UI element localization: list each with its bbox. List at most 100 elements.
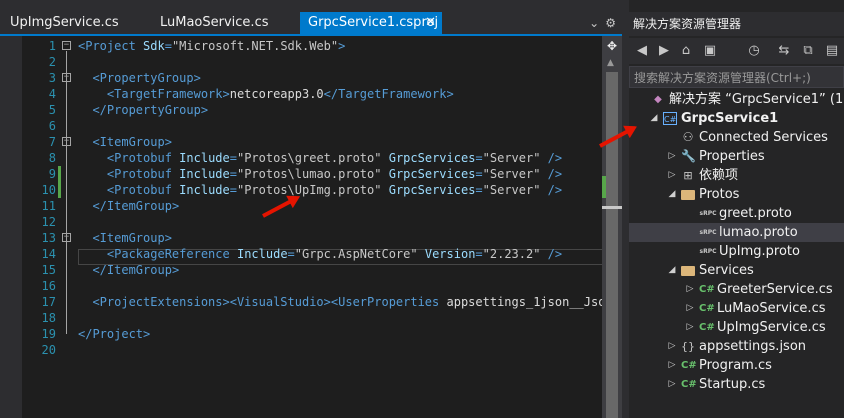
expand-icon[interactable]: ▷ xyxy=(685,318,695,337)
code-line[interactable]: 12 xyxy=(22,214,602,230)
line-number: 2 xyxy=(48,55,56,69)
document-tab-bar: UpImgService.cs LuMaoService.cs GrpcServ… xyxy=(0,12,622,34)
code-line[interactable]: 5 </PropertyGroup> xyxy=(22,102,602,118)
code-editor-pane: UpImgService.cs LuMaoService.cs GrpcServ… xyxy=(0,0,624,418)
solution-explorer: 解决方案资源管理器 ◀ ▶ ⌂ ▣ ◷ ⇆ ⧉ ▤ 搜索解决方案资源管理器(Ct… xyxy=(629,0,844,418)
pane-splitter[interactable] xyxy=(622,0,629,418)
code-line[interactable]: 14 <PackageReference Include="Grpc.AspNe… xyxy=(22,246,602,262)
csharp-file-icon: C# xyxy=(699,303,715,314)
line-number: 1 xyxy=(48,39,56,53)
tab-label: GrpcService1.csproj xyxy=(308,15,439,30)
code-line[interactable]: 11 </ItemGroup> xyxy=(22,198,602,214)
code-line[interactable]: 17 <ProjectExtensions><VisualStudio><Use… xyxy=(22,294,620,310)
home-icon[interactable]: ⌂ xyxy=(677,42,695,60)
expand-icon[interactable]: ▷ xyxy=(685,280,695,299)
history-icon[interactable]: ◷ xyxy=(745,42,763,60)
close-icon[interactable]: ✕ xyxy=(425,12,436,34)
scroll-up-icon[interactable]: ▲ xyxy=(607,58,614,68)
project-icon: C# xyxy=(663,112,677,125)
code-line[interactable]: 19 </Project> xyxy=(22,326,602,342)
vertical-scrollbar[interactable]: ✥ ▲ xyxy=(602,36,622,418)
collapse-all-icon[interactable]: ⧉ xyxy=(799,42,817,60)
expand-icon[interactable]: ▷ xyxy=(685,299,695,318)
tree-item[interactable]: ▷ C# Program.cs xyxy=(629,356,844,375)
code-line[interactable]: 16 xyxy=(22,278,602,294)
tree-item[interactable]: sRPC greet.proto xyxy=(629,204,844,223)
back-icon[interactable]: ◀ xyxy=(633,42,651,60)
solution-explorer-search[interactable]: 搜索解决方案资源管理器(Ctrl+;) xyxy=(629,66,844,88)
outline-guide xyxy=(66,243,67,270)
collapse-icon[interactable]: ◢ xyxy=(649,109,659,128)
tree-item[interactable]: ◢ C# GrpcService1 xyxy=(629,109,844,128)
tree-item[interactable]: ◢ Protos xyxy=(629,185,844,204)
tree-item[interactable]: sRPC UpImg.proto xyxy=(629,242,844,261)
rpc-file-icon: sRPC xyxy=(699,248,717,255)
line-number: 12 xyxy=(41,215,56,229)
code-line[interactable]: 15 </ItemGroup> xyxy=(22,262,602,278)
solution-icon: ◆ xyxy=(654,94,662,105)
code-line[interactable]: 9 <Protobuf Include="Protos\lumao.proto"… xyxy=(22,166,602,182)
tab-overflow-controls: ⌄ ⚙ xyxy=(583,12,616,34)
tree-item[interactable]: ▷ C# UpImgService.cs xyxy=(629,318,844,337)
tree-item[interactable]: ◆ 解决方案 “GrpcService1” (1 个项 xyxy=(629,90,844,109)
collapse-icon[interactable]: ◢ xyxy=(667,261,677,280)
tab-label: LuMaoService.cs xyxy=(160,15,269,30)
line-number: 4 xyxy=(48,87,56,101)
expand-icon[interactable]: ▷ xyxy=(667,166,677,185)
csharp-file-icon: C# xyxy=(681,360,697,371)
line-number: 8 xyxy=(48,151,56,165)
line-number: 18 xyxy=(41,311,56,325)
code-line[interactable]: 20 xyxy=(22,342,602,358)
gear-icon[interactable]: ⚙ xyxy=(605,16,616,30)
tree-item[interactable]: ▷ {} appsettings.json xyxy=(629,337,844,356)
code-line[interactable]: 13− <ItemGroup> xyxy=(22,230,602,246)
code-line[interactable]: 18 xyxy=(22,310,602,326)
code-line[interactable]: 6 xyxy=(22,118,602,134)
expand-icon[interactable]: ▷ xyxy=(667,147,677,166)
tab-upimgservice[interactable]: UpImgService.cs xyxy=(0,12,150,34)
split-window-icon[interactable]: ✥ xyxy=(606,40,618,52)
tree-item[interactable]: ⚇ Connected Services xyxy=(629,128,844,147)
code-text: <Protobuf Include="Protos\greet.proto" G… xyxy=(106,151,563,165)
tree-item[interactable]: ▷ C# GreeterService.cs xyxy=(629,280,844,299)
code-line[interactable]: 1− <Project Sdk="Microsoft.NET.Sdk.Web"> xyxy=(22,38,602,54)
line-number: 15 xyxy=(41,263,56,277)
forward-icon[interactable]: ▶ xyxy=(655,42,673,60)
line-number: 9 xyxy=(48,167,56,181)
expand-icon[interactable]: ▷ xyxy=(667,337,677,356)
tree-item-label: GrpcService1 xyxy=(681,111,779,126)
expand-icon[interactable]: ▷ xyxy=(667,356,677,375)
code-text: </Project> xyxy=(78,327,151,341)
tab-label: UpImgService.cs xyxy=(10,15,119,30)
collapse-icon[interactable]: ◢ xyxy=(667,185,677,204)
show-all-files-icon[interactable]: ▤ xyxy=(823,42,841,60)
code-view[interactable]: 1− <Project Sdk="Microsoft.NET.Sdk.Web"> 2… xyxy=(22,36,624,418)
tab-grpcservice1-csproj[interactable]: GrpcService1.csproj ✕ xyxy=(300,12,442,34)
line-number: 3 xyxy=(48,71,56,85)
tab-lumaoservice[interactable]: LuMaoService.cs xyxy=(150,12,298,34)
change-indicator xyxy=(58,166,61,182)
caret-position-marker xyxy=(602,206,622,209)
sync-icon[interactable]: ⇆ xyxy=(775,42,793,60)
csharp-file-icon: C# xyxy=(681,379,697,390)
editor-glyph-margin xyxy=(0,36,22,418)
chevron-down-icon[interactable]: ⌄ xyxy=(589,16,599,30)
code-text: <TargetFramework>netcoreapp3.0</TargetFr… xyxy=(106,87,454,101)
tree-item[interactable]: sRPC lumao.proto xyxy=(629,223,844,242)
tree-item[interactable]: ▷ 🔧 Properties xyxy=(629,147,844,166)
code-line[interactable]: 10 <Protobuf Include="Protos\UpImg.proto… xyxy=(22,182,602,198)
tree-item[interactable]: ▷ ⊞ 依赖项 xyxy=(629,166,844,185)
tree-item[interactable]: ▷ C# LuMaoService.cs xyxy=(629,299,844,318)
code-line[interactable]: 2 xyxy=(22,54,602,70)
scrollbar-thumb[interactable] xyxy=(606,72,618,418)
tree-item[interactable]: ◢ Services xyxy=(629,261,844,280)
tree-item[interactable]: ▷ C# Startup.cs xyxy=(629,375,844,394)
code-line[interactable]: 4 <TargetFramework>netcoreapp3.0</Target… xyxy=(22,86,602,102)
code-line[interactable]: 3− <PropertyGroup> xyxy=(22,70,602,86)
expand-icon[interactable]: ▷ xyxy=(667,375,677,394)
code-line[interactable]: 8 <Protobuf Include="Protos\greet.proto"… xyxy=(22,150,602,166)
collapse-icon[interactable]: − xyxy=(62,41,71,50)
code-text: </PropertyGroup> xyxy=(92,103,209,117)
switch-views-icon[interactable]: ▣ xyxy=(701,42,719,60)
code-line[interactable]: 7− <ItemGroup> xyxy=(22,134,602,150)
